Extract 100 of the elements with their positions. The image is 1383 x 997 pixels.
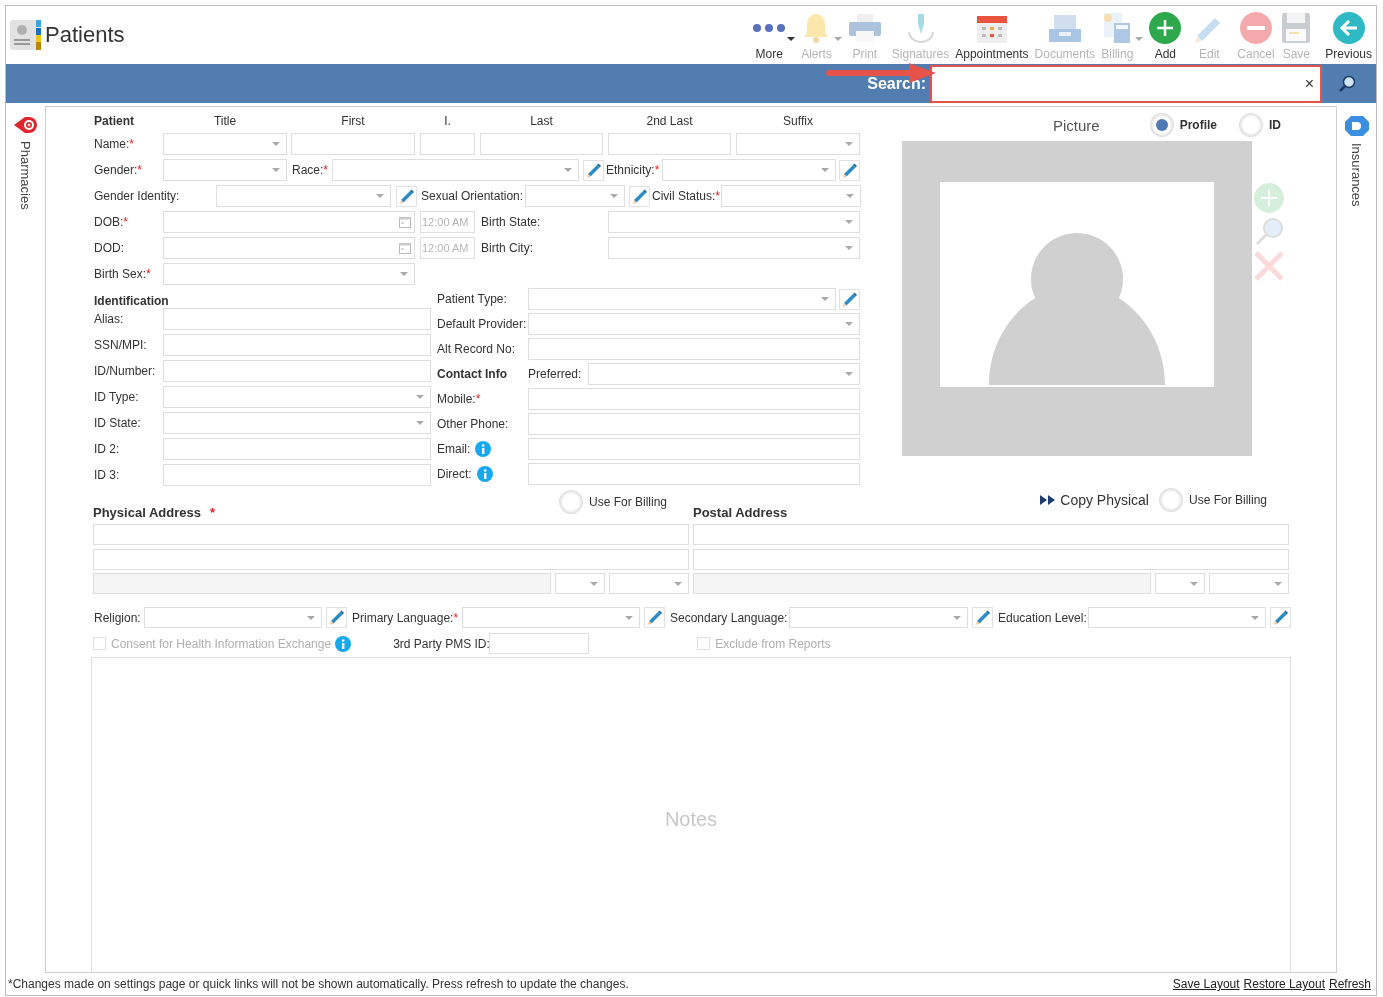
cross-icon[interactable] — [1254, 251, 1284, 281]
input-field[interactable] — [693, 573, 1151, 594]
edit-button[interactable] — [839, 288, 860, 310]
radio-button[interactable] — [1149, 113, 1174, 137]
field-label: ID/Number: — [94, 364, 156, 378]
input-field[interactable] — [480, 133, 603, 155]
footer-link[interactable]: Refresh — [1328, 977, 1371, 991]
field-label: ID 3: — [94, 468, 120, 482]
column-heading: 2nd Last — [645, 114, 694, 128]
edit-button[interactable] — [583, 159, 604, 181]
dropdown[interactable] — [163, 386, 431, 408]
input-field[interactable] — [93, 549, 689, 570]
input-field[interactable] — [163, 360, 431, 382]
caret-icon — [833, 37, 842, 41]
radio-label: ID — [1269, 118, 1282, 132]
toolbar-button[interactable]: Add — [1147, 11, 1190, 61]
caret-icon — [1274, 581, 1282, 586]
input-field[interactable] — [163, 464, 431, 486]
field-label: Ethnicity:* — [606, 163, 660, 177]
toolbar-button[interactable]: More — [751, 11, 798, 61]
search-icon[interactable] — [1338, 74, 1356, 93]
toolbar-button[interactable]: Previous — [1323, 11, 1374, 61]
edit-button[interactable] — [972, 607, 993, 628]
date-field[interactable] — [163, 211, 415, 233]
pencil-icon — [585, 161, 602, 179]
pencil-icon — [646, 609, 663, 626]
edit-button[interactable] — [396, 185, 417, 207]
dropdown[interactable] — [609, 573, 689, 594]
plus-circle-icon[interactable] — [1254, 183, 1284, 213]
radio-button[interactable] — [1239, 113, 1264, 137]
pencil-icon — [328, 609, 345, 626]
radio-button[interactable] — [558, 490, 583, 514]
footer-message: *Changes made on settings page or quick links will not be shown automatically. Press refresh to update the changes. — [8, 977, 629, 991]
input-field[interactable] — [420, 133, 475, 155]
dropdown[interactable] — [555, 573, 605, 594]
dropdown[interactable] — [216, 185, 391, 207]
field-label: Primary Language:* — [352, 610, 459, 625]
caret-icon — [953, 615, 961, 620]
dropdown[interactable] — [588, 363, 860, 385]
caret-icon — [272, 168, 280, 172]
printer-icon — [847, 13, 882, 43]
input-field[interactable] — [163, 308, 431, 330]
side-tab[interactable]: Insurances — [1344, 115, 1369, 207]
radio-label: Use For Billing — [1188, 493, 1267, 507]
field-label: Mobile:* — [437, 392, 481, 406]
tray-icon — [1047, 13, 1082, 43]
caret-icon — [625, 615, 633, 620]
search-field[interactable]: × — [930, 64, 1322, 103]
info-icon[interactable] — [475, 441, 492, 457]
footer-link[interactable]: Save Layout — [1172, 977, 1240, 991]
dropdown[interactable] — [1155, 573, 1205, 594]
input-field[interactable] — [93, 573, 551, 594]
input-field[interactable] — [163, 438, 431, 460]
shield-icon — [1344, 115, 1369, 137]
input-field[interactable] — [93, 524, 689, 545]
side-tab[interactable]: Pharmacies — [12, 115, 39, 210]
edit-button[interactable] — [326, 607, 347, 628]
clear-button[interactable]: × — [1304, 74, 1314, 93]
field-label: 3rd Party PMS ID: — [393, 636, 490, 651]
input-field[interactable] — [489, 633, 590, 654]
date-field[interactable] — [163, 237, 415, 259]
bell-icon — [802, 12, 831, 44]
floppy-icon — [1281, 12, 1312, 44]
dropdown[interactable] — [163, 159, 287, 181]
dropdown[interactable] — [163, 412, 431, 434]
dropdown[interactable] — [1209, 573, 1289, 594]
input-field[interactable] — [163, 334, 431, 356]
dropdown[interactable] — [163, 263, 415, 285]
info-icon[interactable] — [476, 466, 493, 482]
radio-button[interactable] — [1158, 488, 1183, 512]
input-field[interactable] — [608, 133, 731, 155]
edit-button[interactable] — [1270, 607, 1291, 628]
input-field[interactable] — [528, 438, 860, 460]
magnifier-icon[interactable] — [1254, 217, 1284, 247]
footer-link[interactable]: Restore Layout — [1243, 977, 1325, 991]
edit-button[interactable] — [644, 607, 665, 628]
caret-icon — [307, 615, 315, 620]
caret-icon — [1135, 37, 1144, 41]
double-arrow-icon — [1040, 495, 1057, 505]
input-field[interactable] — [528, 388, 860, 410]
caret-icon — [400, 272, 408, 276]
dropdown[interactable] — [163, 133, 287, 155]
edit-button[interactable] — [629, 185, 650, 207]
radio-label: Use For Billing — [588, 495, 667, 509]
toolbar-button[interactable]: Appointments — [953, 11, 1031, 61]
field-label: Gender Identity: — [94, 189, 180, 203]
dots-icon — [753, 23, 786, 33]
copy-physical-button[interactable]: Copy Physical — [1040, 492, 1149, 508]
input-field[interactable] — [528, 338, 860, 360]
field-label: Birth State: — [481, 215, 541, 229]
input-field[interactable] — [528, 463, 860, 485]
dropdown[interactable] — [608, 237, 860, 259]
caret-icon — [846, 194, 854, 198]
input-field[interactable] — [291, 133, 415, 155]
input-field[interactable] — [693, 524, 1289, 545]
field-label: ID Type: — [94, 390, 139, 404]
input-field[interactable] — [693, 549, 1289, 570]
input-field[interactable] — [528, 413, 860, 435]
info-icon[interactable] — [335, 635, 352, 652]
edit-button[interactable] — [839, 159, 860, 181]
